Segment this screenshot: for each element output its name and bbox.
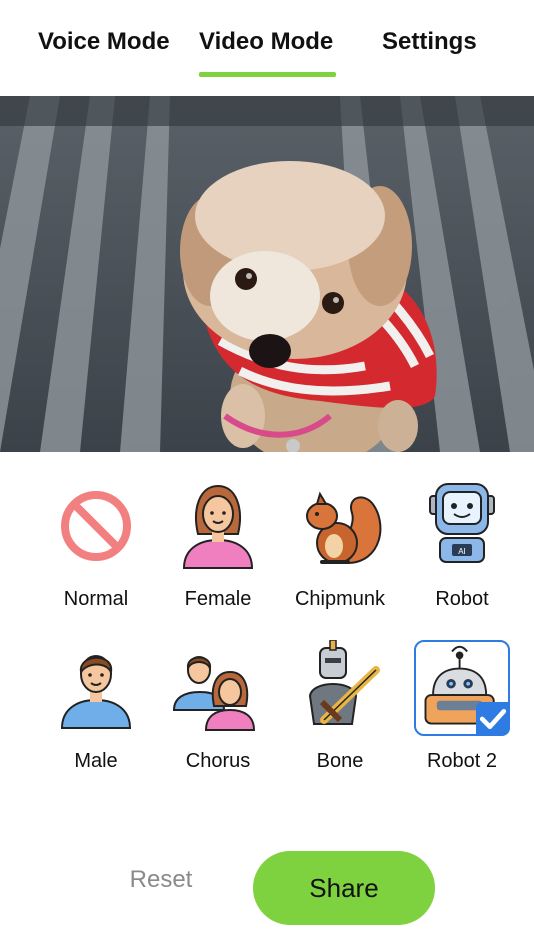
effect-chipmunk[interactable]: Chipmunk — [280, 478, 400, 611]
knight-icon — [308, 640, 380, 725]
woman-avatar-icon — [182, 484, 254, 569]
no-entry-icon — [61, 491, 131, 561]
icon-frame: AI — [414, 478, 510, 574]
tab-voice-mode[interactable]: Voice Mode — [38, 28, 170, 56]
effect-robot[interactable]: AI Robot — [402, 478, 522, 611]
robot-ai-icon: AI — [429, 483, 495, 563]
effect-normal[interactable]: Normal — [36, 478, 156, 611]
video-preview — [0, 96, 534, 452]
icon-frame — [48, 640, 144, 736]
active-tab-indicator — [199, 72, 336, 77]
effect-label: Robot — [435, 588, 489, 610]
share-button[interactable]: Share — [253, 851, 435, 925]
icon-frame — [292, 640, 388, 736]
mode-tab-bar: Voice Mode Video Mode Settings — [0, 0, 534, 96]
reset-button[interactable]: Reset — [96, 866, 226, 894]
icon-frame — [414, 640, 510, 736]
effect-label: Chipmunk — [294, 588, 386, 610]
svg-text:AI: AI — [458, 547, 466, 556]
tab-settings[interactable]: Settings — [382, 28, 477, 56]
effect-bone[interactable]: Bone — [280, 640, 400, 773]
effect-label: Bone — [316, 750, 364, 772]
effect-label: Chorus — [185, 750, 251, 772]
icon-frame — [48, 478, 144, 574]
icon-frame — [292, 478, 388, 574]
effect-male[interactable]: Male — [36, 640, 156, 773]
effect-chorus[interactable]: Chorus — [158, 640, 278, 773]
effect-robot-2[interactable]: Robot 2 — [402, 640, 522, 773]
icon-frame — [170, 478, 266, 574]
selected-check-icon — [476, 702, 510, 736]
squirrel-icon — [306, 491, 382, 565]
icon-frame — [170, 640, 266, 736]
tab-video-mode[interactable]: Video Mode — [199, 28, 333, 56]
effect-female[interactable]: Female — [158, 478, 278, 611]
man-avatar-icon — [60, 655, 132, 729]
effect-label: Female — [184, 588, 252, 610]
effect-label: Male — [74, 750, 118, 772]
effect-label: Normal — [63, 588, 129, 610]
group-icon — [172, 656, 256, 731]
dog-photo — [0, 96, 534, 452]
